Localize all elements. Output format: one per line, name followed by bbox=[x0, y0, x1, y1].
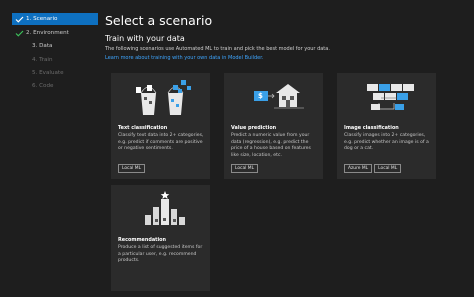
step-data[interactable]: 3. Data bbox=[12, 40, 98, 52]
step-environment[interactable]: 2. Environment bbox=[12, 27, 98, 39]
step-label: 2. Environment bbox=[26, 30, 69, 36]
card-title: Value prediction bbox=[231, 125, 277, 131]
price-symbol: $ bbox=[258, 92, 263, 100]
text-classification-icon bbox=[111, 73, 210, 115]
tag-local-ml: Local ML bbox=[118, 164, 146, 173]
section-subtitle: Train with your data bbox=[105, 34, 185, 43]
value-prediction-icon: $ bbox=[224, 73, 323, 113]
page-title: Select a scenario bbox=[105, 13, 213, 28]
main-panel: Select a scenario Train with your data T… bbox=[105, 0, 474, 297]
card-description: Predict a numeric value from your data (… bbox=[231, 133, 311, 158]
step-code: 6. Code bbox=[12, 80, 98, 92]
card-description: Produce a list of suggested items for a … bbox=[118, 245, 203, 264]
scenario-card-recommendation[interactable]: Recommendation Produce a list of suggest… bbox=[111, 185, 210, 291]
card-description: Classify text data into 2+ categories, e… bbox=[118, 133, 204, 152]
card-title: Recommendation bbox=[118, 237, 166, 243]
learn-more-link[interactable]: Learn more about training with your own … bbox=[105, 55, 263, 61]
tag-local-ml: Local ML bbox=[231, 164, 259, 173]
step-label: 6. Code bbox=[32, 83, 54, 89]
step-scenario[interactable]: 1. Scenario bbox=[12, 13, 98, 25]
step-label: 1. Scenario bbox=[26, 16, 58, 22]
scenario-card-image-classification[interactable]: Image classification Classify images int… bbox=[337, 73, 436, 179]
tag-azure-ml: Azure ML bbox=[344, 164, 373, 173]
step-label: 3. Data bbox=[32, 43, 53, 49]
section-description: The following scenarios use Automated ML… bbox=[105, 46, 330, 52]
check-icon bbox=[12, 16, 26, 23]
recommendation-icon bbox=[111, 185, 210, 225]
card-title: Image classification bbox=[344, 125, 399, 131]
wizard-sidebar: 1. Scenario 2. Environment 3. Data 4. Tr… bbox=[0, 0, 100, 297]
card-description: Classify images into 2+ categories, e.g.… bbox=[344, 133, 429, 152]
tag-local-ml: Local ML bbox=[374, 164, 402, 173]
step-train: 4. Train bbox=[12, 54, 98, 66]
check-icon bbox=[12, 30, 26, 37]
step-evaluate: 5. Evaluate bbox=[12, 67, 98, 79]
scenario-card-value-prediction[interactable]: $ Value prediction Predict a numeric val… bbox=[224, 73, 323, 179]
card-title: Text classification bbox=[118, 125, 168, 131]
scenario-card-text-classification[interactable]: Text classification Classify text data i… bbox=[111, 73, 210, 179]
image-classification-icon bbox=[337, 73, 436, 113]
step-label: 5. Evaluate bbox=[32, 70, 64, 76]
step-label: 4. Train bbox=[32, 57, 53, 63]
